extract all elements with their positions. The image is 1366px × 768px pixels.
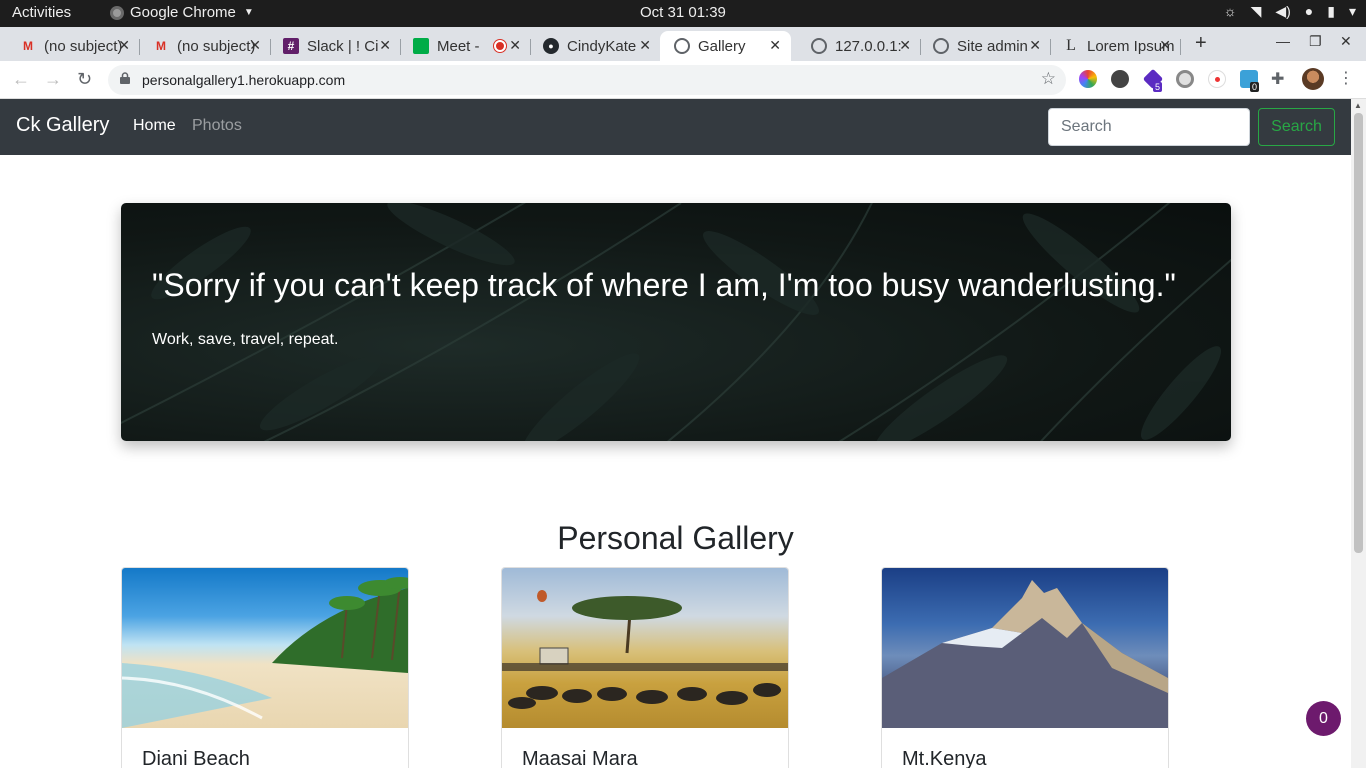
color-picker-extension-icon[interactable]	[1079, 70, 1097, 88]
close-icon[interactable]: ✕	[509, 37, 521, 54]
globe-icon	[811, 38, 827, 54]
restore-button[interactable]: ❐	[1309, 33, 1322, 50]
gallery-card[interactable]: Diani Beach	[121, 567, 409, 768]
tab-gmail-2[interactable]: M (no subject) ✕	[133, 31, 271, 61]
search-button[interactable]: Search	[1258, 108, 1335, 146]
back-button[interactable]: ←	[12, 69, 30, 90]
forward-button[interactable]: →	[44, 69, 62, 90]
savanna-scenery	[502, 590, 788, 709]
minimize-button[interactable]: —	[1276, 33, 1290, 49]
close-icon[interactable]: ✕	[899, 37, 911, 54]
gallery-card[interactable]: Maasai Mara	[501, 567, 789, 768]
microphone-icon: ●	[1304, 3, 1314, 19]
globe-icon	[933, 38, 949, 54]
card-title: Mt.Kenya	[902, 748, 987, 768]
app-menu[interactable]: Google Chrome ▼	[110, 4, 254, 21]
tab-localhost[interactable]: 127.0.0.1: ✕	[791, 31, 921, 61]
volume-icon: ◀)	[1275, 3, 1291, 19]
scroll-up-icon[interactable]: ▲	[1354, 101, 1362, 110]
close-icon[interactable]: ✕	[1029, 37, 1041, 54]
beach-scenery	[122, 577, 408, 728]
extension-badge: 5	[1153, 82, 1163, 92]
recording-indicator-icon	[493, 40, 506, 52]
mountain-scenery	[882, 580, 1168, 728]
tab-lorem[interactable]: L Lorem Ipsum ✕	[1043, 31, 1181, 61]
chat-notification-button[interactable]: 0	[1306, 701, 1341, 736]
address-bar[interactable]: personalgallery1.herokuapp.com ☆	[108, 65, 1066, 95]
card-title: Maasai Mara	[522, 748, 638, 768]
brightness-icon: ☼	[1223, 3, 1237, 19]
close-icon[interactable]: ✕	[769, 37, 781, 54]
chrome-menu-icon[interactable]: ⋮	[1338, 68, 1356, 87]
profile-avatar[interactable]	[1302, 68, 1324, 90]
bookmark-star-icon[interactable]: ☆	[1041, 69, 1056, 89]
slack-icon: #	[283, 38, 299, 54]
card-title: Diani Beach	[142, 748, 250, 768]
nav-home-link[interactable]: Home	[133, 117, 176, 135]
caret-down-icon: ▼	[243, 7, 254, 18]
url-text: personalgallery1.herokuapp.com	[142, 72, 346, 88]
record-extension-icon[interactable]	[1208, 70, 1226, 88]
tab-slack[interactable]: # Slack | ! Ci ✕	[263, 31, 401, 61]
extension-badge: 0	[1250, 82, 1260, 92]
tab-gallery[interactable]: Gallery ✕	[660, 31, 791, 61]
close-icon[interactable]: ✕	[1159, 37, 1171, 54]
extensions-puzzle-icon[interactable]: ✚	[1271, 69, 1289, 88]
mt-kenya-image[interactable]	[882, 568, 1168, 728]
meet-icon	[413, 38, 429, 54]
app-name: Google Chrome	[130, 4, 236, 21]
brand-link[interactable]: Ck Gallery	[16, 114, 109, 137]
new-tab-button[interactable]: +	[1195, 32, 1207, 55]
tab-strip: M (no subject) ✕ M (no subject) ✕ # Slac…	[0, 27, 1366, 61]
tab-meet[interactable]: Meet - ✕	[393, 31, 531, 61]
close-icon[interactable]: ✕	[249, 37, 261, 54]
reload-button[interactable]: ↻	[77, 69, 92, 90]
tab-github[interactable]: ● CindyKate ✕	[523, 31, 661, 61]
system-top-bar: Activities Google Chrome ▼ Oct 31 01:39 …	[0, 0, 1366, 27]
close-icon[interactable]: ✕	[639, 37, 651, 54]
close-icon[interactable]: ✕	[379, 37, 391, 54]
site-navbar: Ck Gallery Home Photos Search	[0, 99, 1351, 155]
gmail-icon: M	[23, 39, 33, 53]
tab-site-admin[interactable]: Site admin ✕	[913, 31, 1051, 61]
system-tray[interactable]: ☼ ◥ ◀) ● ▮ ▾	[1224, 3, 1356, 20]
search-input[interactable]	[1048, 108, 1250, 146]
wifi-icon: ◥	[1250, 3, 1262, 19]
battery-icon: ▮	[1327, 3, 1335, 19]
tab-gmail-1[interactable]: M (no subject) ✕	[0, 31, 140, 61]
lock-icon	[120, 72, 130, 84]
leaf-background-image	[121, 203, 1231, 441]
dark-mode-extension-icon[interactable]	[1176, 70, 1194, 88]
lorem-icon: L	[1066, 37, 1076, 54]
globe-icon	[674, 38, 690, 54]
maasai-mara-image[interactable]	[502, 568, 788, 728]
page-scrollbar[interactable]: ▲	[1351, 99, 1366, 768]
chrome-icon	[110, 5, 124, 20]
hero-tagline: Work, save, travel, repeat.	[152, 331, 339, 348]
extension-icon[interactable]	[1111, 70, 1129, 88]
gmail-icon: M	[156, 39, 166, 53]
gallery-card[interactable]: Mt.Kenya	[881, 567, 1169, 768]
activities-button[interactable]: Activities	[12, 4, 71, 21]
hero-banner: "Sorry if you can't keep track of where …	[121, 203, 1231, 441]
diani-beach-image[interactable]	[122, 568, 408, 728]
github-icon: ●	[543, 38, 559, 54]
power-menu-icon: ▾	[1348, 3, 1356, 19]
gallery-title: Personal Gallery	[557, 520, 794, 556]
tab-title: Meet -	[437, 37, 480, 55]
hero-quote: "Sorry if you can't keep track of where …	[152, 267, 1176, 303]
clock[interactable]: Oct 31 01:39	[640, 4, 726, 21]
close-window-button[interactable]: ✕	[1340, 33, 1352, 50]
close-icon[interactable]: ✕	[118, 37, 130, 54]
scrollbar-thumb[interactable]	[1354, 113, 1363, 553]
nav-photos-link[interactable]: Photos	[192, 117, 242, 135]
